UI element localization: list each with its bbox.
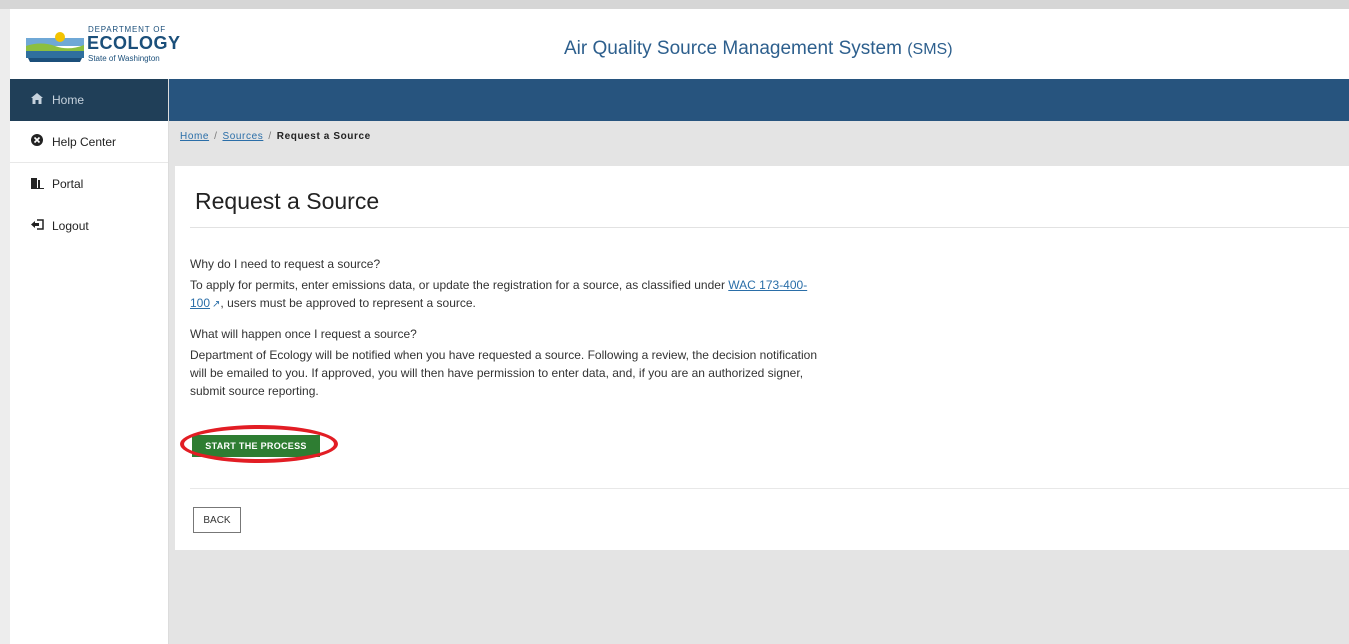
breadcrumb-separator: / bbox=[214, 131, 218, 142]
breadcrumb-separator: / bbox=[268, 131, 272, 142]
logo-state-text: State of Washington bbox=[88, 54, 160, 63]
answer-what: Department of Ecology will be notified w… bbox=[190, 348, 818, 398]
page-title: Request a Source bbox=[195, 188, 380, 214]
answer-why-text: To apply for permits, enter emissions da… bbox=[190, 278, 729, 292]
answer-why-text-end: , users must be approved to represent a … bbox=[220, 296, 476, 310]
breadcrumb-home-link[interactable]: Home bbox=[180, 131, 209, 142]
question-why: Why do I need to request a source? bbox=[190, 257, 381, 271]
logout-icon bbox=[28, 219, 46, 233]
sidebar-item-home[interactable]: Home bbox=[10, 79, 168, 121]
sidebar-item-help-center[interactable]: Help Center bbox=[10, 121, 168, 163]
logo-ecology-text: ECOLOGY bbox=[87, 33, 181, 53]
app-title-abbr: (SMS) bbox=[907, 41, 953, 58]
question-what: What will happen once I request a source… bbox=[190, 327, 417, 341]
app-title: Air Quality Source Management System (SM… bbox=[564, 38, 953, 60]
portal-icon bbox=[28, 177, 46, 192]
back-button[interactable]: BACK bbox=[193, 507, 241, 533]
sidebar-item-label: Home bbox=[52, 93, 85, 107]
divider bbox=[190, 488, 1349, 489]
sidebar-item-label: Portal bbox=[52, 177, 84, 191]
help-circle-icon bbox=[28, 134, 46, 149]
sidebar-item-label: Logout bbox=[52, 219, 89, 233]
sidebar-item-portal[interactable]: Portal bbox=[10, 163, 168, 205]
request-source-card: Request a Source Why do I need to reques… bbox=[175, 166, 1349, 550]
top-navbar bbox=[168, 79, 1349, 121]
breadcrumb-sources-link[interactable]: Sources bbox=[222, 131, 263, 142]
washington-state-icon bbox=[26, 28, 84, 63]
home-icon bbox=[28, 93, 46, 107]
breadcrumb-current: Request a Source bbox=[276, 131, 371, 142]
breadcrumb: Home / Sources / Request a Source bbox=[180, 131, 371, 142]
divider bbox=[190, 227, 1349, 228]
app-header: DEPARTMENT OF ECOLOGY State of Washingto… bbox=[10, 9, 1349, 80]
ecology-logo[interactable]: DEPARTMENT OF ECOLOGY State of Washingto… bbox=[20, 23, 180, 69]
answer-why: To apply for permits, enter emissions da… bbox=[190, 276, 830, 314]
app-title-text: Air Quality Source Management System bbox=[564, 38, 902, 59]
sidebar-item-logout[interactable]: Logout bbox=[10, 205, 168, 247]
window-top-border bbox=[0, 0, 1349, 9]
sidebar: Home Help Center Portal Logout bbox=[10, 79, 169, 644]
sidebar-item-label: Help Center bbox=[52, 134, 117, 149]
window-left-border bbox=[0, 9, 10, 644]
start-the-process-button[interactable]: START THE PROCESS bbox=[192, 435, 320, 457]
